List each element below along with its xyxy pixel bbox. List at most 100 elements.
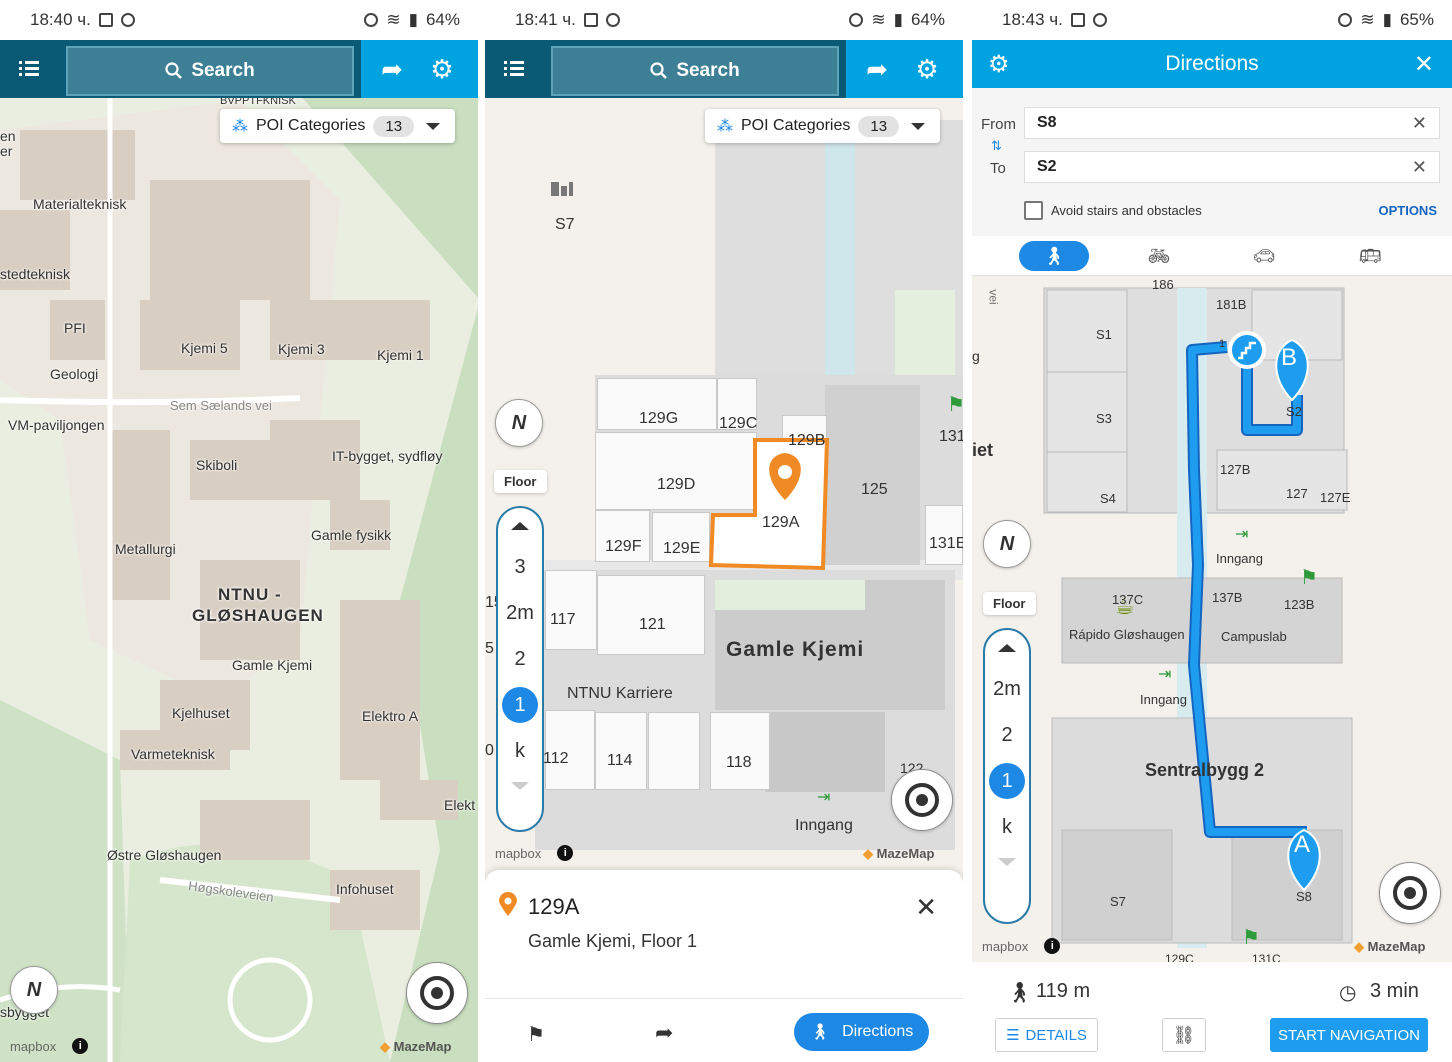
poi-label[interactable]: S4 (1100, 491, 1116, 506)
map-label[interactable]: Skiboli (196, 457, 237, 473)
origin-marker-a[interactable]: A (1294, 831, 1310, 859)
poi-categories-dropdown[interactable]: ⁂ POI Categories 13 (220, 109, 455, 143)
cafe-icon[interactable]: ☕︎ (1115, 594, 1135, 620)
search-button[interactable]: Search (551, 46, 839, 96)
from-field[interactable]: S8 ✕ (1024, 107, 1440, 139)
map-label[interactable]: Elektro A (362, 708, 418, 724)
poi-label[interactable]: S8 (1296, 889, 1312, 904)
destination-marker-b[interactable]: B (1281, 344, 1297, 372)
crosshair-icon (905, 783, 939, 817)
mode-walk[interactable]: 🚶︎ (1019, 241, 1089, 271)
floor-option[interactable]: 2 (989, 717, 1025, 753)
mode-transit[interactable]: 🚌︎ (1335, 241, 1405, 271)
to-field[interactable]: S2 ✕ (1024, 151, 1440, 183)
room-129d[interactable] (595, 432, 757, 510)
poi-label[interactable]: S3 (1096, 411, 1112, 426)
locate-me-button[interactable] (891, 769, 953, 831)
poi-label[interactable]: S2 (1286, 404, 1302, 419)
flag-icon[interactable]: ⚑ (527, 1022, 545, 1047)
poi-label[interactable]: Rápido Gløshaugen (1069, 627, 1185, 642)
locate-me-button[interactable] (406, 962, 468, 1024)
map-label[interactable]: Gamle fysikk (311, 527, 391, 543)
compass-button[interactable]: N (983, 520, 1031, 568)
poi-label[interactable]: S7 (1110, 894, 1126, 909)
room-unnamed[interactable] (648, 712, 700, 790)
info-icon[interactable]: i (1044, 938, 1061, 954)
poi-label[interactable]: S7 (555, 216, 575, 234)
top-toolbar: Search ➦ ⚙ (485, 40, 963, 98)
entrance-label: Inngang (1216, 551, 1263, 566)
map-label[interactable]: Kjemi 1 (377, 347, 424, 363)
mapbox-logo: mapbox (495, 845, 542, 861)
details-button[interactable]: ☰ DETAILS (995, 1018, 1098, 1052)
close-icon[interactable]: ✕ (915, 892, 937, 923)
route-button[interactable]: ➦ (849, 40, 905, 98)
floor-option[interactable]: 3 (502, 549, 538, 585)
floor-option[interactable]: k (989, 809, 1025, 845)
room-label: 5 (485, 640, 494, 657)
menu-button[interactable] (485, 40, 543, 98)
clear-icon[interactable]: ✕ (1412, 113, 1427, 134)
map-label[interactable]: Kjemi 3 (278, 341, 325, 357)
share-arrow-icon[interactable]: ➦ (655, 1020, 673, 1046)
floor-selector: 3 2m 2 1 k (496, 506, 544, 832)
campus-map[interactable] (0, 0, 478, 1062)
search-button[interactable]: Search (66, 46, 354, 96)
chevron-down-icon[interactable] (998, 858, 1016, 866)
directions-button[interactable]: 🚶︎ Directions (794, 1013, 929, 1051)
route-button[interactable]: ➦ (364, 40, 420, 98)
entrance-icon: ⇥ (1235, 526, 1249, 543)
locate-me-button[interactable] (1379, 862, 1441, 924)
room-118[interactable] (710, 712, 770, 790)
chevron-up-icon[interactable] (998, 644, 1016, 652)
floor-option-active[interactable]: 1 (502, 687, 538, 723)
mode-bike[interactable]: 🚲︎ (1124, 241, 1194, 271)
poi-label[interactable]: S1 (1096, 327, 1112, 342)
map-label[interactable]: PFI (64, 320, 86, 336)
gear-icon[interactable]: ⚙ (988, 50, 1010, 79)
room-121[interactable] (597, 575, 705, 655)
map-label[interactable]: IT-bygget, sydfløy (332, 448, 442, 464)
map-label[interactable]: Kjelhuset (172, 705, 230, 721)
start-navigation-button[interactable]: START NAVIGATION (1270, 1018, 1428, 1052)
map-label[interactable]: Materialteknisk (33, 196, 126, 212)
chevron-up-icon[interactable] (511, 522, 529, 530)
map-label[interactable]: Infohuset (336, 881, 394, 897)
info-icon[interactable]: i (557, 845, 574, 861)
settings-button[interactable]: ⚙ (420, 40, 464, 98)
compass-n-icon: N (26, 978, 42, 1001)
swap-icon[interactable]: ⇅ (991, 138, 1002, 154)
close-icon[interactable]: ✕ (1414, 50, 1434, 79)
chevron-down-icon[interactable] (511, 782, 529, 790)
entrance-label: Inngang (795, 817, 853, 834)
floor-option[interactable]: 2m (502, 595, 538, 631)
map-label[interactable]: stedteknisk (0, 266, 70, 282)
mode-car[interactable]: 🚗︎ (1229, 241, 1299, 271)
map-label[interactable]: Metallurgi (115, 541, 176, 557)
map-label[interactable]: Kjemi 5 (181, 340, 228, 356)
compass-button[interactable]: N (10, 966, 58, 1014)
map-label[interactable]: Geologi (50, 366, 98, 382)
map-label[interactable]: Østre Gløshaugen (107, 847, 221, 863)
compass-button[interactable]: N (495, 399, 543, 447)
floor-option[interactable]: 2m (989, 671, 1025, 707)
share-link-button[interactable]: ⛓ (1162, 1018, 1206, 1052)
options-button[interactable]: OPTIONS (1378, 203, 1437, 218)
map-label[interactable]: Gamle Kjemi (232, 657, 312, 673)
floor-option[interactable]: k (502, 733, 538, 769)
settings-button[interactable]: ⚙ (905, 40, 949, 98)
room-114[interactable] (595, 712, 647, 790)
floor-option[interactable]: 2 (502, 641, 538, 677)
map-label[interactable]: Varmeteknisk (131, 746, 215, 762)
avoid-stairs-checkbox[interactable] (1024, 201, 1043, 220)
map-label[interactable]: VM-paviljongen (8, 417, 105, 433)
poi-categories-dropdown[interactable]: ⁂ POI Categories 13 (705, 109, 940, 143)
crosshair-icon (1393, 876, 1427, 910)
clear-icon[interactable]: ✕ (1412, 157, 1427, 178)
map-label[interactable]: Elekt (444, 797, 475, 813)
floor-option-active[interactable]: 1 (989, 763, 1025, 799)
poi-label[interactable]: Campuslab (1221, 629, 1287, 644)
info-icon[interactable]: i (72, 1038, 89, 1054)
menu-button[interactable] (0, 40, 58, 98)
room-unnamed[interactable] (545, 570, 597, 650)
